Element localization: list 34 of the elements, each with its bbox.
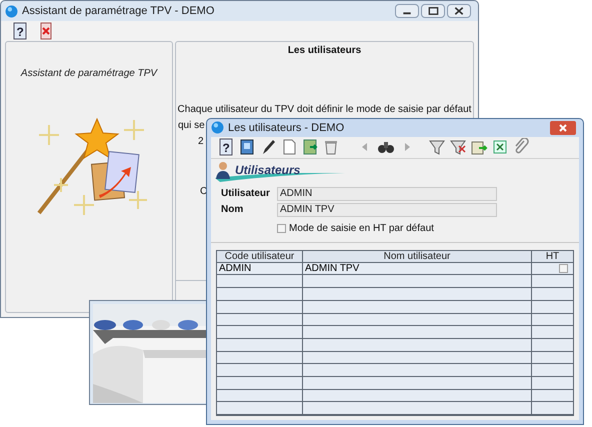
spreadsheet-icon[interactable] bbox=[491, 138, 509, 156]
clear-filter-icon[interactable] bbox=[449, 138, 467, 156]
book-icon[interactable] bbox=[238, 138, 256, 156]
table-cell: ADMIN bbox=[217, 262, 303, 274]
maximize-button[interactable] bbox=[421, 4, 445, 18]
field-label: Utilisateur bbox=[221, 187, 271, 202]
window-title: Les utilisateurs - DEMO bbox=[228, 120, 344, 136]
filter-icon[interactable] bbox=[428, 138, 446, 156]
checkbox[interactable] bbox=[559, 264, 568, 273]
column-header[interactable]: Code utilisateur bbox=[217, 250, 303, 262]
help-icon[interactable]: ? bbox=[11, 22, 29, 40]
window-title: Assistant de paramétrage TPV - DEMO bbox=[22, 4, 214, 19]
help-icon[interactable]: ? bbox=[217, 138, 235, 156]
minimize-button[interactable] bbox=[395, 4, 419, 18]
text-field[interactable]: ADMIN bbox=[277, 186, 497, 201]
user-icon bbox=[215, 160, 231, 179]
field-label: Nom bbox=[221, 203, 244, 218]
table-cell: ADMIN TPV bbox=[303, 262, 532, 274]
close-button[interactable] bbox=[447, 4, 471, 18]
checkbox-label: Mode de saisie en HT par défaut bbox=[289, 222, 434, 236]
column-header[interactable]: Nom utilisateur bbox=[303, 250, 532, 262]
globe-icon bbox=[211, 121, 224, 134]
column-header[interactable]: HT bbox=[532, 250, 573, 262]
checkbox[interactable] bbox=[277, 224, 286, 234]
text-field[interactable]: ADMIN TPV bbox=[277, 202, 497, 217]
panel-title: Les utilisateurs bbox=[288, 44, 362, 58]
trash-icon[interactable] bbox=[322, 138, 340, 156]
paragraph: 2 bbox=[198, 135, 204, 149]
save-icon[interactable] bbox=[301, 138, 319, 156]
section-title: Utilisateurs bbox=[235, 162, 300, 179]
wizard-caption: Assistant de paramétrage TPV bbox=[20, 67, 158, 81]
globe-icon bbox=[5, 4, 18, 18]
paragraph: Chaque utilisateur du TPV doit définir le mode de saisie par défaut bbox=[178, 103, 472, 117]
paragraph: qui se bbox=[178, 119, 205, 133]
